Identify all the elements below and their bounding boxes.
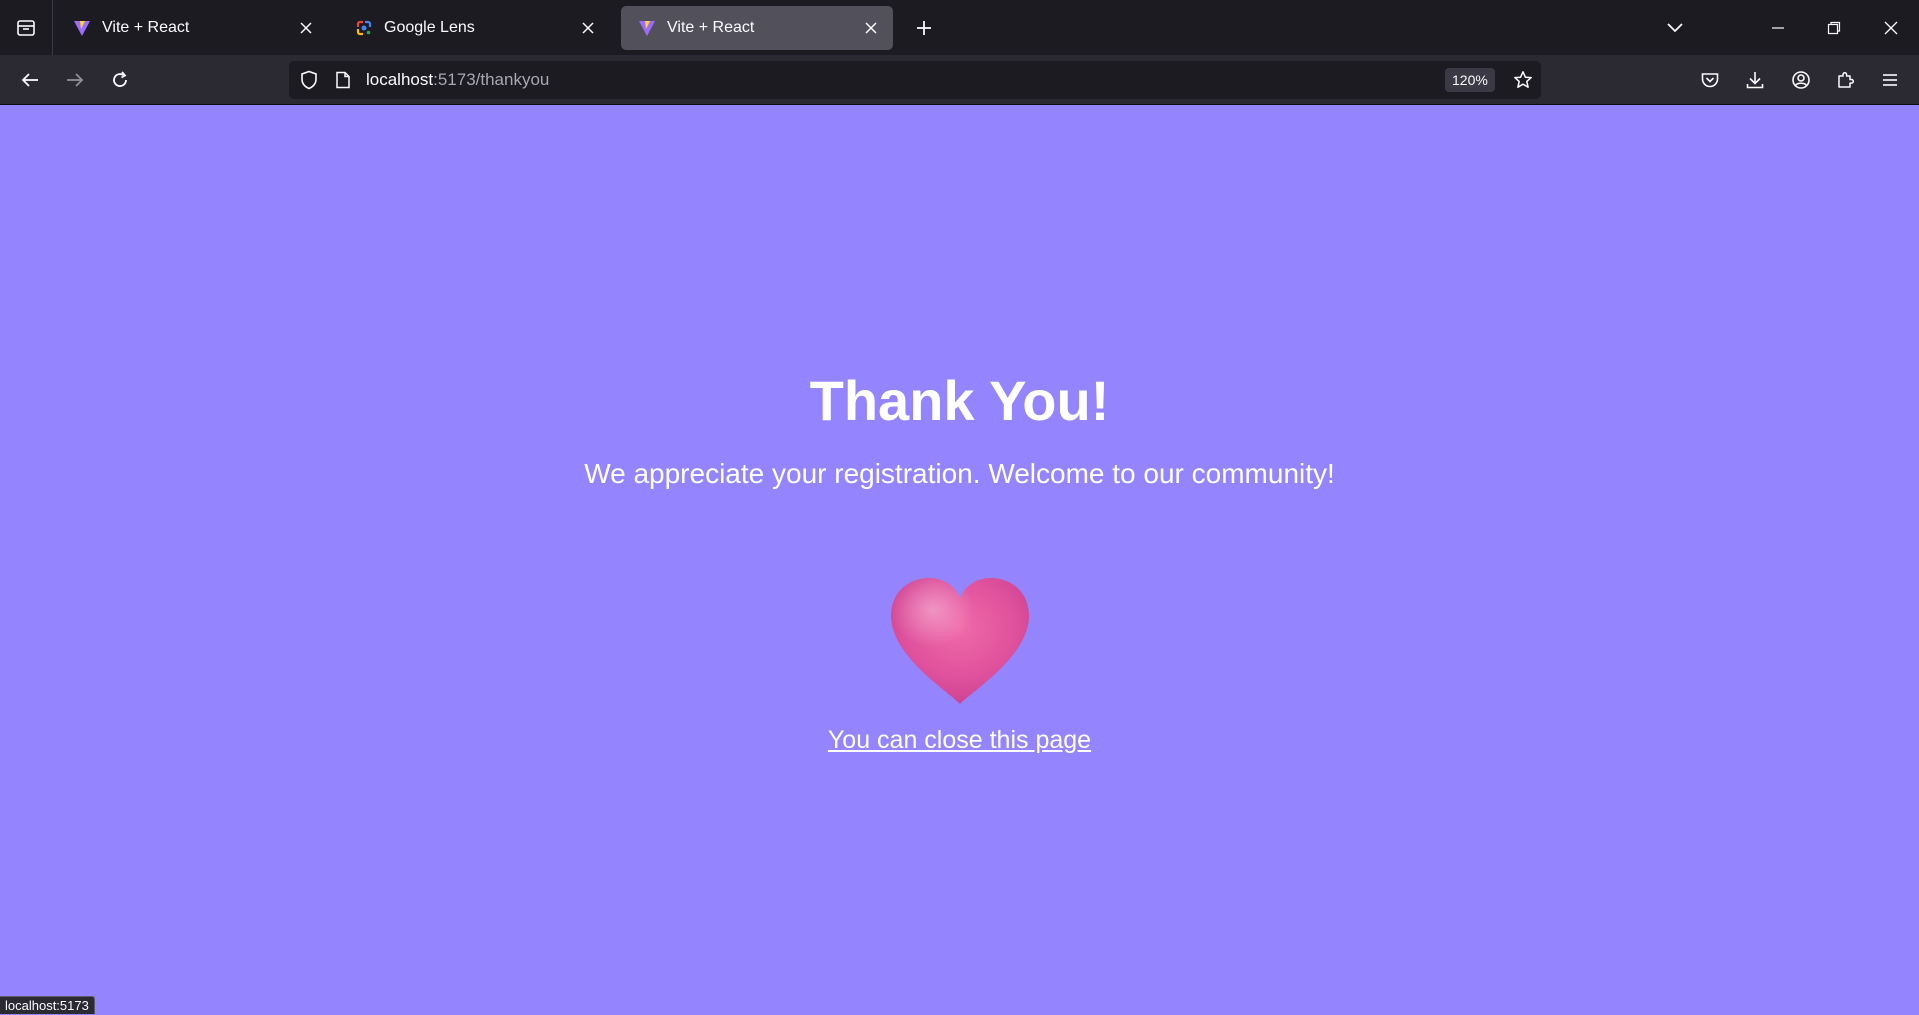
tab-google-lens[interactable]: Google Lens [338, 6, 610, 50]
bookmark-button[interactable] [1511, 68, 1535, 92]
page-title: Thank You! [809, 369, 1110, 432]
url-host: localhost [366, 70, 434, 89]
tab-title: Vite + React [667, 19, 755, 36]
firefox-view-icon [17, 19, 35, 36]
puzzle-icon [1838, 71, 1855, 88]
tab-close-button[interactable] [861, 18, 881, 38]
arrow-right-icon [67, 73, 84, 87]
close-page-link[interactable]: You can close this page [828, 726, 1091, 754]
close-icon [582, 22, 594, 34]
tab-strip: Vite + React Google Lens Vite + React [0, 0, 1919, 55]
page-icon [336, 71, 350, 89]
window-close-button[interactable] [1875, 12, 1907, 44]
close-icon [1884, 21, 1898, 35]
vite-icon [74, 21, 90, 36]
tab-close-button[interactable] [578, 18, 598, 38]
account-icon [1792, 71, 1810, 89]
tab-title: Vite + React [102, 19, 190, 36]
plus-icon [917, 21, 931, 35]
list-all-tabs-button[interactable] [1659, 12, 1691, 44]
url-bar[interactable]: localhost:5173/thankyou 120% [289, 61, 1541, 99]
minimize-icon [1772, 27, 1784, 29]
close-icon [865, 22, 877, 34]
navigation-toolbar: localhost:5173/thankyou 120% [0, 55, 1919, 105]
download-icon [1746, 72, 1764, 89]
reload-icon [113, 71, 127, 87]
tab-title: Google Lens [384, 19, 475, 36]
close-page-link-wrapper: You can close this page [0, 726, 1919, 755]
site-info-button[interactable] [331, 68, 355, 92]
restore-icon [1827, 21, 1841, 35]
downloads-button[interactable] [1739, 64, 1771, 96]
page-subtitle: We appreciate your registration. Welcome… [584, 458, 1335, 489]
close-icon [300, 22, 312, 34]
tab-vite-react-active[interactable]: Vite + React [621, 6, 893, 50]
restore-button[interactable] [1818, 12, 1850, 44]
back-button[interactable] [14, 64, 46, 96]
firefox-view-button[interactable] [0, 0, 53, 55]
vite-icon [639, 21, 655, 36]
page-content: Thank You! We appreciate your registrati… [0, 106, 1919, 1014]
hamburger-menu-icon [1883, 74, 1897, 86]
app-menu-button[interactable] [1874, 64, 1906, 96]
tab-close-button[interactable] [296, 18, 316, 38]
url-text[interactable]: localhost:5173/thankyou [366, 70, 549, 90]
account-button[interactable] [1785, 64, 1817, 96]
star-icon [1514, 71, 1532, 88]
url-path: :5173/thankyou [433, 70, 550, 89]
new-tab-button[interactable] [910, 14, 938, 42]
minimize-button[interactable] [1762, 12, 1794, 44]
chevron-down-icon [1667, 23, 1683, 33]
google-lens-icon [356, 20, 372, 36]
reload-button[interactable] [104, 64, 136, 96]
tracking-protection-button[interactable] [297, 68, 321, 92]
pocket-button[interactable] [1694, 64, 1726, 96]
heart-icon [891, 578, 1029, 704]
forward-button[interactable] [59, 64, 91, 96]
zoom-reset-button[interactable]: 120% [1445, 68, 1495, 92]
status-bar: localhost:5173 [0, 996, 95, 1014]
arrow-left-icon [21, 73, 38, 87]
tab-vite-react-1[interactable]: Vite + React [56, 6, 328, 50]
shield-icon [301, 70, 317, 90]
pocket-icon [1701, 73, 1719, 88]
extensions-button[interactable] [1830, 64, 1862, 96]
